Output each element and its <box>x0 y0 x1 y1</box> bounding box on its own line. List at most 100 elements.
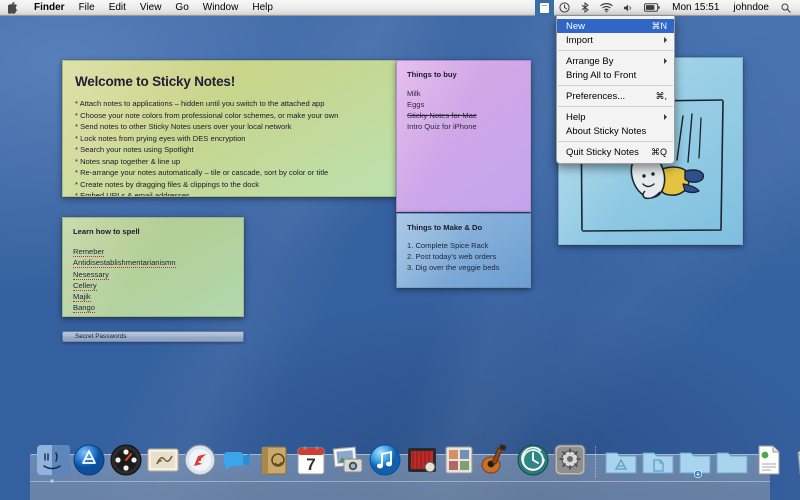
dock-separator <box>592 446 599 478</box>
dock-item-system-preferences[interactable] <box>552 442 588 478</box>
list-item: * Create notes by dragging files & clipp… <box>75 179 260 189</box>
menu-item-shortcut: ⌘N <box>651 20 668 31</box>
dock-item-iphoto[interactable] <box>330 442 366 478</box>
menu-item-label: New <box>566 20 586 32</box>
list-item: Milk <box>407 89 421 99</box>
menu-window[interactable]: Window <box>196 0 246 16</box>
dock: 7 <box>30 444 800 500</box>
battery-menu-extra[interactable] <box>639 0 665 16</box>
misspelled-word: Antidisestablishmentarianismn <box>73 258 176 269</box>
sticky-note-things-to-buy[interactable]: Things to buy Milk Eggs Sticky Notes for… <box>396 60 531 212</box>
time-machine-menu-extra[interactable] <box>554 0 575 16</box>
menu-item-label: Import <box>566 34 593 46</box>
menu-edit[interactable]: Edit <box>102 0 133 16</box>
menu-item-about-sticky-notes[interactable]: About Sticky Notes <box>557 124 674 138</box>
speaker-icon <box>624 4 631 11</box>
menu-item-preferences[interactable]: Preferences... ⌘, <box>557 89 674 103</box>
dock-item-garageband[interactable] <box>478 442 514 478</box>
list-item: * Embed URLs & email addresses <box>75 191 190 197</box>
dock-item-dashboard[interactable] <box>108 442 144 478</box>
list-item: * Attach notes to applications – hidden … <box>75 99 325 109</box>
note-buy-body: Things to buy Milk Eggs Sticky Notes for… <box>397 61 530 211</box>
misspelled-word: Majik <box>73 292 91 303</box>
list-item: 2. Post today's web orders <box>407 251 497 261</box>
misspelled-word: Mujik <box>73 314 91 316</box>
menu-separator <box>558 85 673 86</box>
spotlight-search-icon[interactable] <box>776 0 796 16</box>
dock-item-document-file[interactable] <box>751 442 787 478</box>
note-makedo-body: Things to Make & Do 1. Complete Spice Ra… <box>397 214 530 287</box>
menu-item-help[interactable]: Help <box>557 110 674 124</box>
menu-bar-app-menus: Finder File Edit View Go Window Help <box>0 0 280 16</box>
menu-separator <box>558 50 673 51</box>
sticky-note-things-to-make-and-do[interactable]: Things to Make & Do 1. Complete Spice Ra… <box>396 213 531 288</box>
menu-item-label: Quit Sticky Notes <box>566 146 639 158</box>
menu-separator <box>558 141 673 142</box>
sticky-note-welcome[interactable]: Welcome to Sticky Notes! * Attach notes … <box>62 60 397 197</box>
menu-finder[interactable]: Finder <box>27 0 72 16</box>
sticky-notes-menu-extra[interactable] <box>535 0 555 16</box>
dock-item-imovie[interactable] <box>404 442 440 478</box>
list-item: * Re-arrange your notes automatically – … <box>75 168 329 178</box>
menu-item-bring-all-to-front[interactable]: Bring All to Front <box>557 68 674 82</box>
download-badge-icon <box>694 470 702 478</box>
dock-item-calendar[interactable]: 7 <box>293 442 329 478</box>
list-item: Eggs <box>407 99 425 109</box>
menu-help[interactable]: Help <box>245 0 280 16</box>
dock-item-facetime[interactable] <box>219 442 255 478</box>
wifi-icon <box>600 3 613 13</box>
dock-item-photo-booth[interactable] <box>441 442 477 478</box>
dock-stack-downloads[interactable] <box>677 442 713 478</box>
sticky-note-secret-passwords-collapsed[interactable]: Secret Passwords <box>62 331 244 342</box>
note-buy-title: Things to buy <box>407 70 457 79</box>
dock-items: 7 <box>34 442 800 483</box>
bluetooth-icon <box>581 2 589 13</box>
note-welcome-body: Welcome to Sticky Notes! * Attach notes … <box>63 61 396 196</box>
menu-item-label: Help <box>566 111 586 123</box>
dock-stack-applications[interactable] <box>603 442 639 478</box>
menu-item-import[interactable]: Import <box>557 33 674 47</box>
note-makedo-title: Things to Make & Do <box>407 223 483 232</box>
dock-item-trash[interactable] <box>788 442 800 478</box>
calendar-day-number: 7 <box>306 455 315 474</box>
menu-go[interactable]: Go <box>168 0 195 16</box>
dock-stack-documents[interactable] <box>640 442 676 478</box>
menu-separator <box>558 106 673 107</box>
volume-menu-extra[interactable] <box>618 0 639 16</box>
menu-item-quit-sticky-notes[interactable]: Quit Sticky Notes ⌘Q <box>557 145 674 159</box>
dock-item-mail[interactable] <box>145 442 181 478</box>
battery-icon <box>644 3 660 12</box>
note-welcome-title: Welcome to Sticky Notes! <box>75 74 235 89</box>
sticky-note-learn-how-to-spell[interactable]: Learn how to spell Remeber Antidisestabl… <box>62 217 244 317</box>
dock-stack-folder[interactable] <box>714 442 750 478</box>
menu-item-label: Bring All to Front <box>566 69 637 81</box>
menu-bar-clock[interactable]: Mon 15:51 <box>665 2 726 13</box>
clock-icon <box>559 2 570 13</box>
menu-item-shortcut: ⌘Q <box>650 146 667 157</box>
submenu-arrow-icon <box>664 114 667 120</box>
menu-item-arrange-by[interactable]: Arrange By <box>557 54 674 68</box>
list-item: Intro Quiz for iPhone <box>407 121 477 131</box>
bluetooth-menu-extra[interactable] <box>575 0 595 16</box>
dock-item-time-machine[interactable] <box>515 442 551 478</box>
dock-item-contacts[interactable] <box>256 442 292 478</box>
menu-file[interactable]: File <box>72 0 102 16</box>
apple-logo-icon[interactable] <box>0 0 27 16</box>
dock-item-app-store[interactable] <box>71 442 107 478</box>
menu-item-new[interactable]: New ⌘N <box>557 19 674 33</box>
menu-item-label: Arrange By <box>566 55 614 67</box>
menu-bar-user[interactable]: johndoe <box>726 2 776 13</box>
list-item: * Choose your note colors from professio… <box>75 110 339 120</box>
running-indicator <box>50 479 54 483</box>
list-item: * Notes snap together & line up <box>75 156 181 166</box>
sticky-notes-dropdown-menu[interactable]: New ⌘N Import Arrange By Bring All to Fr… <box>556 16 675 164</box>
menu-bar-status-items: Mon 15:51 johndoe <box>535 0 800 16</box>
list-item: 3. Dig over the veggie beds <box>407 262 500 272</box>
menu-view[interactable]: View <box>133 0 169 16</box>
menu-bar: Finder File Edit View Go Window Help Mon… <box>0 0 800 16</box>
dock-item-finder[interactable] <box>34 442 70 483</box>
dock-item-itunes[interactable] <box>367 442 403 478</box>
misspelled-word: Cellery <box>73 280 97 291</box>
dock-item-safari[interactable] <box>182 442 218 478</box>
wifi-menu-extra[interactable] <box>595 0 618 16</box>
